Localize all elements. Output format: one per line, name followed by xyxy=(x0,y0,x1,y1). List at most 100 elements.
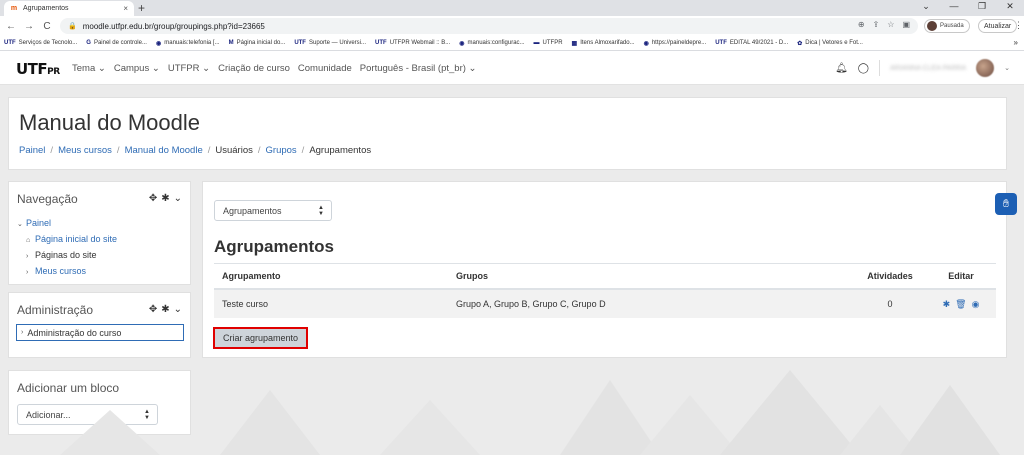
breadcrumb-item[interactable]: Meus cursos xyxy=(58,145,112,156)
gear-icon[interactable]: ✱ xyxy=(161,193,169,204)
bookmark-favicon-icon: ▬ xyxy=(533,40,540,46)
url-field[interactable]: 🔒 moodle.utfpr.edu.br/group/groupings.ph… xyxy=(60,18,918,34)
profile-button[interactable]: Pausada xyxy=(924,19,970,33)
nav-tree-label: Página inicial do site xyxy=(35,234,118,244)
profile-status: Pausada xyxy=(940,23,964,29)
nav-tree-label: Meus cursos xyxy=(35,266,87,276)
breadcrumb-item[interactable]: Manual do Moodle xyxy=(125,145,203,156)
bookmark-item[interactable]: ▦ Itens Almoxarifado... xyxy=(572,40,635,47)
nav-tree-label: Painel xyxy=(26,218,52,228)
bookmark-item[interactable]: ▬ UTFPR xyxy=(534,40,563,46)
delete-trash-icon[interactable]: 🗑︎ xyxy=(955,299,966,310)
user-menu-caret-icon[interactable]: ⌄ xyxy=(1004,64,1010,72)
zoom-icon[interactable]: ⊕ xyxy=(858,20,865,29)
table-header: Agrupamento Grupos Atividades Editar xyxy=(214,263,996,290)
bookmark-favicon-icon: UTF xyxy=(375,40,387,46)
moodle-navbar: UTFPR Tema ⌄ Campus ⌄ UTFPR ⌄ Criação de… xyxy=(0,51,1024,85)
tab-close-icon[interactable]: × xyxy=(123,4,128,13)
nav-tree-item[interactable]: ⌂ Página inicial do site xyxy=(17,232,117,248)
user-avatar[interactable] xyxy=(976,59,995,77)
bookmark-favicon-icon: ◉ xyxy=(155,40,162,47)
user-name[interactable]: ARIANNA CLEA PARRA xyxy=(890,65,966,72)
move-icon[interactable]: ✥ xyxy=(149,304,157,315)
bookmark-item[interactable]: G Painel de controle... xyxy=(86,40,147,46)
bookmark-item[interactable]: UTF EDITAL 49/2021 - D... xyxy=(715,40,788,46)
browser-tab[interactable]: m Agrupamentos × xyxy=(4,1,134,16)
restore-button[interactable]: ❐ xyxy=(968,1,996,12)
reload-icon[interactable]: C xyxy=(40,21,54,32)
bookmark-label: EDITAL 49/2021 - D... xyxy=(729,40,789,46)
browser-menu-icon[interactable]: ⋮ xyxy=(1014,20,1023,31)
utfpr-logo[interactable]: UTFPR xyxy=(16,60,60,78)
nav-tree-item[interactable]: › Meus cursos xyxy=(17,264,117,280)
add-block: Adicionar um bloco Adicionar... ▲ ▼ xyxy=(8,370,191,435)
tree-node-icon: ⌂ xyxy=(26,237,31,244)
bookmark-label: Painel de controle... xyxy=(93,40,147,46)
bookmark-favicon-icon: ◉ xyxy=(459,40,465,47)
view-select[interactable]: Agrupamentos ▲ ▼ xyxy=(214,200,332,221)
bookmark-favicon-icon: ✿ xyxy=(797,40,803,47)
col-header-grouping: Agrupamento xyxy=(222,271,281,281)
nav-link-comunidade[interactable]: Comunidade xyxy=(298,63,352,74)
update-button[interactable]: Atualizar xyxy=(978,19,1018,33)
breadcrumb-separator: / xyxy=(207,145,211,156)
share-icon[interactable]: ⇪ xyxy=(873,20,880,29)
breadcrumb: Painel / Meus cursos / Manual do Moodle / Usuá… xyxy=(19,145,371,156)
nav-tree-item[interactable]: ⌄ Painel xyxy=(17,216,117,232)
move-icon[interactable]: ✥ xyxy=(149,193,157,204)
bookmark-item[interactable]: ✿ Dica | Vetores e Fot... xyxy=(797,40,863,47)
add-block-select-value: Adicionar... xyxy=(26,409,71,420)
navigation-block-title: Navegação xyxy=(17,192,78,206)
nav-tree-item[interactable]: › Páginas do site xyxy=(17,248,117,264)
tree-node-icon: › xyxy=(26,269,29,276)
bookmark-label: manuais:telefonia [... xyxy=(164,40,220,46)
nav-link-language[interactable]: Português - Brasil (pt_br) ⌄ xyxy=(360,63,477,74)
tab-search-icon[interactable]: ⌄ xyxy=(912,1,940,12)
page-title: Manual do Moodle xyxy=(19,110,201,135)
nav-link-utfpr[interactable]: UTFPR ⌄ xyxy=(168,63,210,74)
nav-link-criacao-curso[interactable]: Criação de curso xyxy=(218,63,290,74)
notification-bell-icon[interactable]: 🔔︎ xyxy=(835,63,848,74)
breadcrumb-item[interactable]: Grupos xyxy=(266,145,297,156)
forward-icon[interactable]: → xyxy=(22,21,36,32)
main-region: Agrupamentos ▲ ▼ Agrupamentos Agrupamento… xyxy=(202,181,1007,358)
breadcrumb-item[interactable]: Painel xyxy=(19,145,45,156)
administration-block-title: Administração xyxy=(17,303,94,317)
bookmark-star-icon[interactable]: ☆ xyxy=(887,20,894,29)
lock-icon: 🔒 xyxy=(68,23,77,30)
chevron-down-icon[interactable]: ⌄ xyxy=(174,304,182,315)
create-grouping-button[interactable]: Criar agrupamento xyxy=(213,327,309,349)
edit-gear-icon[interactable]: ✱ xyxy=(943,299,951,310)
col-header-edit: Editar xyxy=(948,271,974,281)
back-icon[interactable]: ← xyxy=(4,21,18,32)
messages-icon[interactable]: ◯ xyxy=(858,63,869,74)
close-window-button[interactable]: ✕ xyxy=(996,1,1024,12)
bookmark-item[interactable]: UTF UTFPR Webmail :: B... xyxy=(375,40,450,46)
bookmark-item[interactable]: ◉ manuais:telefonia [... xyxy=(156,40,220,47)
bookmark-item[interactable]: UTF Serviços de Tecnolo... xyxy=(4,40,77,46)
view-select-value: Agrupamentos xyxy=(223,205,282,216)
add-block-select[interactable]: Adicionar... ▲ ▼ xyxy=(17,404,158,425)
minimize-button[interactable]: — xyxy=(940,1,968,12)
select-arrows-icon: ▲ ▼ xyxy=(144,409,150,421)
chevron-down-icon[interactable]: ⌄ xyxy=(174,193,182,204)
course-administration-item[interactable]: › Administração do curso xyxy=(16,324,184,341)
accessibility-icon[interactable]: ✋︎ xyxy=(995,193,1017,215)
select-arrows-icon: ▲ ▼ xyxy=(318,205,324,217)
bookmarks-overflow-icon[interactable]: » xyxy=(1014,38,1018,47)
bookmark-item[interactable]: M Página inicial do... xyxy=(229,40,286,46)
bookmark-item[interactable]: UTF Suporte — Universi... xyxy=(294,40,366,46)
nav-link-campus[interactable]: Campus ⌄ xyxy=(114,63,160,74)
nav-link-tema[interactable]: Tema ⌄ xyxy=(72,63,106,74)
bookmark-item[interactable]: ◉ manuais:configurac... xyxy=(459,40,524,47)
nav-tree-label: Páginas do site xyxy=(35,250,97,260)
bookmark-label: UTFPR xyxy=(542,40,563,46)
show-groups-user-icon[interactable]: ◉ xyxy=(972,299,980,310)
navbar-divider xyxy=(879,60,880,76)
table-row: Teste curso Grupo A, Grupo B, Grupo C, G… xyxy=(214,290,996,318)
new-tab-button[interactable]: + xyxy=(138,1,145,15)
bookmark-item[interactable]: ◉ https://paineldepre... xyxy=(644,40,707,47)
gear-icon[interactable]: ✱ xyxy=(161,304,169,315)
bookmark-label: Dica | Vetores e Fot... xyxy=(805,40,863,46)
sidepanel-icon[interactable]: ▣ xyxy=(902,20,910,29)
